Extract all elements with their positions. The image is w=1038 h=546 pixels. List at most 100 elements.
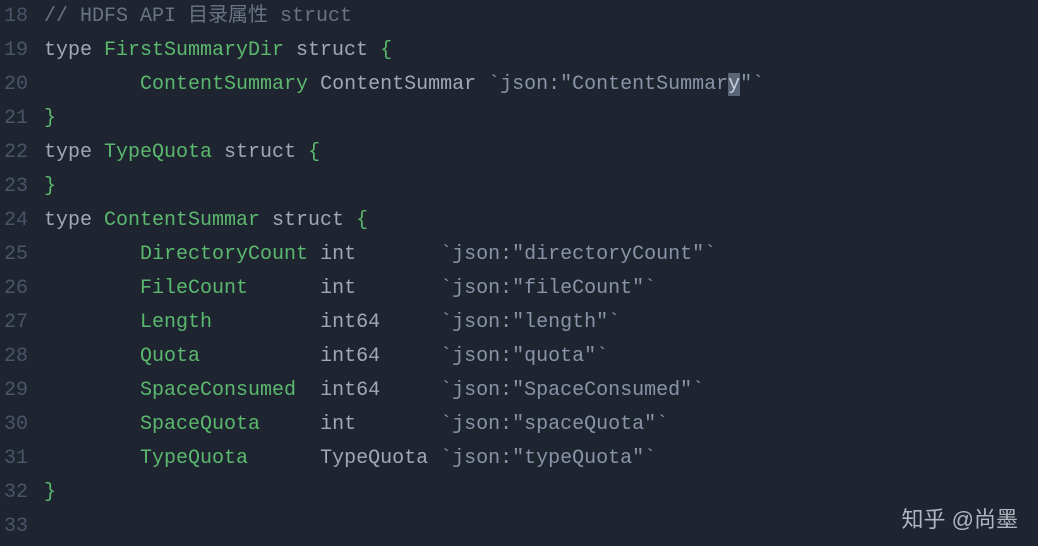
code-token: int64: [320, 345, 380, 368]
code-token: ContentSummary: [140, 73, 308, 96]
code-token: int: [320, 243, 356, 266]
line-number: 28: [0, 340, 28, 374]
code-token: [44, 379, 140, 402]
code-token: [44, 277, 140, 300]
code-token: [356, 413, 440, 436]
code-token: [44, 413, 140, 436]
code-token: `json:"directoryCount"`: [440, 243, 716, 266]
code-token: [380, 379, 440, 402]
code-token: TypeQuota: [104, 141, 212, 164]
line-number: 19: [0, 34, 28, 68]
code-token: {: [356, 209, 368, 232]
watermark-text: 知乎 @尚墨: [902, 502, 1018, 534]
code-token: [428, 447, 440, 470]
code-token: {: [380, 39, 392, 62]
code-token: [248, 277, 320, 300]
code-token: FileCount: [140, 277, 248, 300]
code-token: `json:"fileCount"`: [440, 277, 656, 300]
code-token: type: [44, 209, 104, 232]
line-number: 23: [0, 170, 28, 204]
code-token: "`: [740, 73, 764, 96]
code-token: int: [320, 413, 356, 436]
code-line[interactable]: // HDFS API 目录属性 struct: [44, 0, 1038, 34]
code-token: int64: [320, 311, 380, 334]
code-token: type: [44, 141, 104, 164]
code-token: struct: [284, 39, 380, 62]
code-token: [44, 73, 140, 96]
code-line[interactable]: Length int64 `json:"length"`: [44, 306, 1038, 340]
code-token: TypeQuota: [140, 447, 248, 470]
code-token: [308, 243, 320, 266]
code-editor[interactable]: 18192021222324252627282930313233 // HDFS…: [0, 0, 1038, 546]
code-token: `json:"spaceQuota"`: [440, 413, 668, 436]
code-token: type: [44, 39, 104, 62]
line-number: 24: [0, 204, 28, 238]
line-number: 27: [0, 306, 28, 340]
line-number: 20: [0, 68, 28, 102]
code-token: DirectoryCount: [140, 243, 308, 266]
code-token: [356, 277, 440, 300]
code-token: int64: [320, 379, 380, 402]
code-token: [476, 73, 488, 96]
code-line[interactable]: DirectoryCount int `json:"directoryCount…: [44, 238, 1038, 272]
code-token: `json:"SpaceConsumed"`: [440, 379, 704, 402]
line-number: 31: [0, 442, 28, 476]
line-number: 21: [0, 102, 28, 136]
code-token: `json:"typeQuota"`: [440, 447, 656, 470]
code-token: int: [320, 277, 356, 300]
line-number: 26: [0, 272, 28, 306]
code-token: [356, 243, 440, 266]
code-token: SpaceQuota: [140, 413, 260, 436]
code-line[interactable]: }: [44, 102, 1038, 136]
code-token: [260, 413, 320, 436]
code-line[interactable]: TypeQuota TypeQuota `json:"typeQuota"`: [44, 442, 1038, 476]
line-number: 33: [0, 510, 28, 544]
code-token: `json:"ContentSummar: [488, 73, 728, 96]
code-token: [44, 447, 140, 470]
line-number: 29: [0, 374, 28, 408]
code-line[interactable]: type FirstSummaryDir struct {: [44, 34, 1038, 68]
line-number: 18: [0, 0, 28, 34]
line-number-gutter: 18192021222324252627282930313233: [0, 0, 36, 546]
code-token: y: [728, 73, 740, 96]
code-content-area[interactable]: // HDFS API 目录属性 struct type FirstSummary…: [36, 0, 1038, 546]
code-token: [44, 243, 140, 266]
code-token: [380, 311, 440, 334]
code-token: [44, 311, 140, 334]
code-line[interactable]: FileCount int `json:"fileCount"`: [44, 272, 1038, 306]
code-token: [212, 311, 320, 334]
code-line[interactable]: SpaceConsumed int64 `json:"SpaceConsumed…: [44, 374, 1038, 408]
code-token: }: [44, 481, 56, 504]
code-line[interactable]: [44, 510, 1038, 544]
code-token: [200, 345, 320, 368]
code-token: Quota: [140, 345, 200, 368]
line-number: 32: [0, 476, 28, 510]
code-line[interactable]: type ContentSummar struct {: [44, 204, 1038, 238]
code-token: ContentSummar: [104, 209, 260, 232]
code-token: }: [44, 107, 56, 130]
code-token: [44, 345, 140, 368]
code-token: TypeQuota: [320, 447, 428, 470]
code-token: SpaceConsumed: [140, 379, 296, 402]
code-token: `json:"length"`: [440, 311, 620, 334]
code-line[interactable]: }: [44, 476, 1038, 510]
code-token: [380, 345, 440, 368]
code-token: // HDFS API 目录属性 struct: [44, 5, 352, 28]
code-token: [248, 447, 320, 470]
code-token: }: [44, 175, 56, 198]
code-line[interactable]: SpaceQuota int `json:"spaceQuota"`: [44, 408, 1038, 442]
code-token: `json:"quota"`: [440, 345, 608, 368]
line-number: 30: [0, 408, 28, 442]
code-token: {: [308, 141, 320, 164]
line-number: 22: [0, 136, 28, 170]
code-line[interactable]: ContentSummary ContentSummar `json:"Cont…: [44, 68, 1038, 102]
code-token: [296, 379, 320, 402]
code-line[interactable]: type TypeQuota struct {: [44, 136, 1038, 170]
code-line[interactable]: Quota int64 `json:"quota"`: [44, 340, 1038, 374]
code-token: struct: [212, 141, 308, 164]
code-line[interactable]: }: [44, 170, 1038, 204]
code-token: FirstSummaryDir: [104, 39, 284, 62]
code-token: Length: [140, 311, 212, 334]
line-number: 25: [0, 238, 28, 272]
code-token: [308, 73, 320, 96]
